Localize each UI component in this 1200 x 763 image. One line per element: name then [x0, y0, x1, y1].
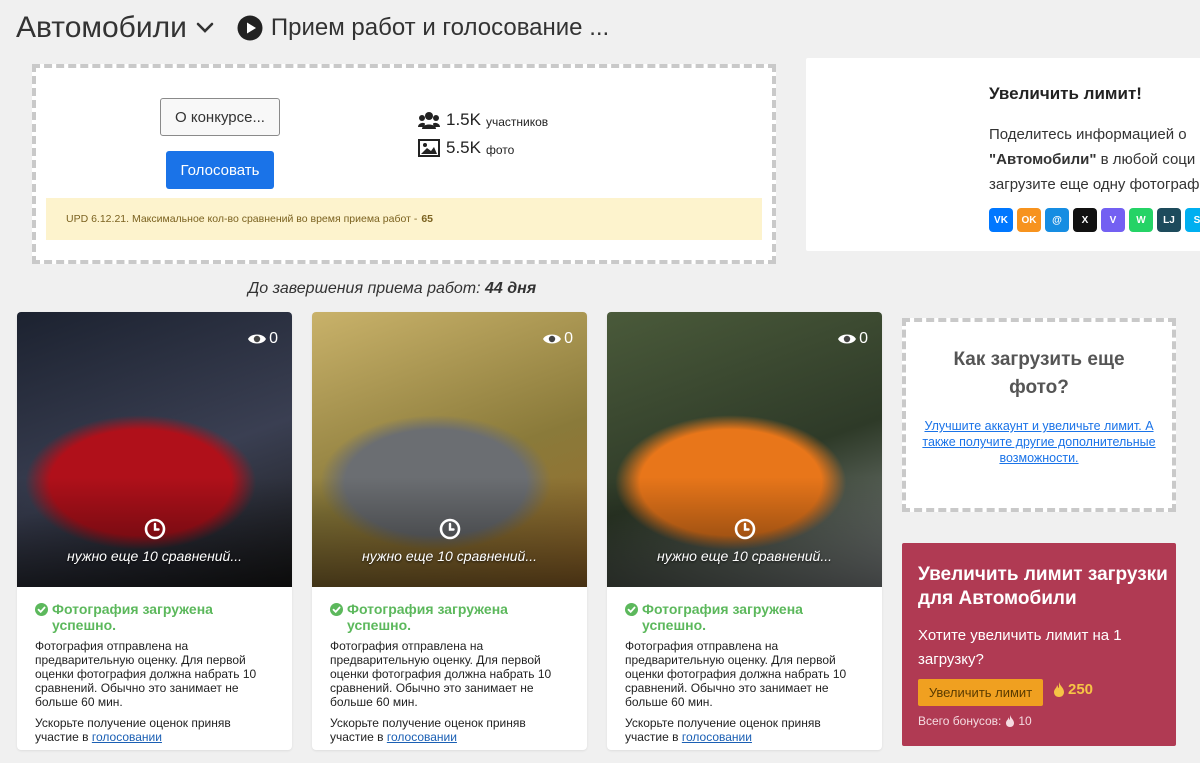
contest-info-panel: О конкурсе... Голосовать 1.5K участников… — [32, 64, 776, 264]
share-line-3: загрузите еще одну фотограф — [989, 176, 1200, 193]
about-contest-button[interactable]: О конкурсе... — [160, 98, 280, 136]
image-icon — [418, 139, 440, 157]
upload-success: Фотография загружена успешно. — [330, 601, 569, 633]
comparisons-needed: нужно еще 10 сравнений... — [656, 548, 833, 564]
upgrade-account-link[interactable]: Улучшите аккаунт и увеличьте лимит. А та… — [906, 418, 1172, 466]
odnoklassniki-icon[interactable]: OK — [1017, 208, 1041, 232]
view-count: 0 — [247, 330, 278, 348]
increase-limit-button[interactable]: Увеличить лимит — [918, 679, 1043, 706]
upload-success-text: Фотография загружена успешно. — [347, 601, 508, 633]
photos-stat: 5.5K фото — [418, 138, 514, 158]
voting-link[interactable]: голосовании — [682, 730, 752, 744]
update-note-value: 65 — [421, 213, 434, 225]
contest-stage-title: Прием работ и голосование ... — [270, 14, 610, 41]
card-body: Фотография загружена успешно. Фотография… — [312, 587, 587, 744]
view-count-value: 0 — [564, 330, 573, 347]
speedup-message: Ускорьте получение оценок приняв участие… — [35, 716, 274, 744]
moderation-message: Фотография отправлена на предварительную… — [330, 639, 552, 709]
category-title[interactable]: Автомобили — [16, 11, 187, 45]
flame-icon — [1054, 682, 1064, 697]
social-share-buttons: VK OK @ X V W LJ S — [989, 208, 1200, 232]
share-text: Поделитесь информацией о "Автомобили" в … — [989, 122, 1199, 197]
upload-success: Фотография загружена успешно. — [625, 601, 864, 633]
increase-limit-title: Увеличить лимит загрузки для Автомобили — [918, 564, 1168, 609]
price-value: 250 — [1068, 681, 1094, 698]
eye-icon — [543, 334, 562, 344]
comparisons-needed: нужно еще 10 сравнений... — [66, 548, 243, 564]
participants-label: участников — [485, 114, 549, 129]
speedup-message: Ускорьте получение оценок приняв участие… — [625, 716, 864, 744]
voting-link[interactable]: голосовании — [387, 730, 457, 744]
share-line-2-rest: в любой соци — [1096, 151, 1196, 168]
how-to-upload-panel: Как загрузить еще фото? Улучшите аккаунт… — [902, 318, 1176, 512]
photos-label: фото — [485, 142, 515, 157]
viber-icon[interactable]: V — [1101, 208, 1125, 232]
deadline-text: До завершения приема работ: 44 дня — [248, 280, 536, 298]
submitted-photo[interactable]: 0 нужно еще 10 сравнений... — [312, 312, 587, 587]
view-count-value: 0 — [269, 330, 278, 347]
clock-icon — [144, 518, 166, 540]
share-line-1: Поделитесь информацией о — [989, 126, 1187, 143]
eye-icon — [248, 334, 267, 344]
view-count: 0 — [837, 330, 868, 348]
moderation-message: Фотография отправлена на предварительную… — [35, 639, 257, 709]
comparisons-needed: нужно еще 10 сравнений... — [361, 548, 538, 564]
check-circle-icon — [330, 603, 343, 616]
submitted-photo[interactable]: 0 нужно еще 10 сравнений... — [17, 312, 292, 587]
skype-icon[interactable]: S — [1185, 208, 1200, 232]
whatsapp-icon[interactable]: W — [1129, 208, 1153, 232]
vote-button[interactable]: Голосовать — [166, 151, 274, 189]
total-bonus-value: 10 — [1018, 714, 1032, 728]
clock-icon — [734, 518, 756, 540]
view-count-value: 0 — [859, 330, 868, 347]
upload-success-text: Фотография загружена успешно. — [642, 601, 803, 633]
share-contest-name: "Автомобили" — [989, 151, 1097, 168]
update-note-text: UPD 6.12.21. Максимальное кол-во сравнен… — [66, 213, 418, 225]
deadline-value: 44 дня — [485, 280, 537, 297]
upload-success-text: Фотография загружена успешно. — [52, 601, 213, 633]
voting-link[interactable]: голосовании — [92, 730, 162, 744]
total-bonus-label: Всего бонусов: — [918, 714, 1002, 728]
increase-limit-panel: Увеличить лимит загрузки для Автомобили … — [902, 543, 1176, 746]
vk-icon[interactable]: VK — [989, 208, 1013, 232]
share-title: Увеличить лимит! — [989, 84, 1142, 103]
participants-count: 1.5K — [446, 110, 481, 129]
check-circle-icon — [625, 603, 638, 616]
photos-count: 5.5K — [446, 138, 481, 157]
moderation-message: Фотография отправлена на предварительную… — [625, 639, 847, 709]
page-header: Автомобили Прием работ и голосование ... — [16, 8, 609, 48]
photo-card: 0 нужно еще 10 сравнений... Фотография з… — [312, 312, 587, 750]
photo-card: 0 нужно еще 10 сравнений... Фотография з… — [607, 312, 882, 750]
speedup-message: Ускорьте получение оценок приняв участие… — [330, 716, 569, 744]
play-circle-icon — [237, 15, 263, 41]
users-icon — [418, 112, 440, 129]
update-note: UPD 6.12.21. Максимальное кол-во сравнен… — [46, 198, 762, 240]
share-panel: Увеличить лимит! Поделитесь информацией … — [806, 58, 1200, 251]
flame-icon — [1006, 715, 1015, 727]
x-icon[interactable]: X — [1073, 208, 1097, 232]
view-count: 0 — [542, 330, 573, 348]
increase-limit-text: Хотите увеличить лимит на 1 загрузку? — [918, 627, 1122, 668]
how-to-upload-title: Как загрузить еще фото? — [953, 349, 1125, 398]
photo-card: 0 нужно еще 10 сравнений... Фотография з… — [17, 312, 292, 750]
livejournal-icon[interactable]: LJ — [1157, 208, 1181, 232]
chevron-down-icon[interactable] — [195, 18, 215, 38]
moimir-icon[interactable]: @ — [1045, 208, 1069, 232]
submitted-photo[interactable]: 0 нужно еще 10 сравнений... — [607, 312, 882, 587]
total-bonus: Всего бонусов: 10 — [918, 714, 1032, 728]
eye-icon — [838, 334, 857, 344]
check-circle-icon — [35, 603, 48, 616]
upload-success: Фотография загружена успешно. — [35, 601, 274, 633]
clock-icon — [439, 518, 461, 540]
card-body: Фотография загружена успешно. Фотография… — [607, 587, 882, 744]
participants-stat: 1.5K участников — [418, 110, 548, 130]
deadline-label: До завершения приема работ: — [248, 280, 481, 297]
increase-limit-price: 250 — [1053, 681, 1093, 698]
card-body: Фотография загружена успешно. Фотография… — [17, 587, 292, 744]
share-line-2: "Автомобили" в любой соци — [989, 147, 1199, 172]
